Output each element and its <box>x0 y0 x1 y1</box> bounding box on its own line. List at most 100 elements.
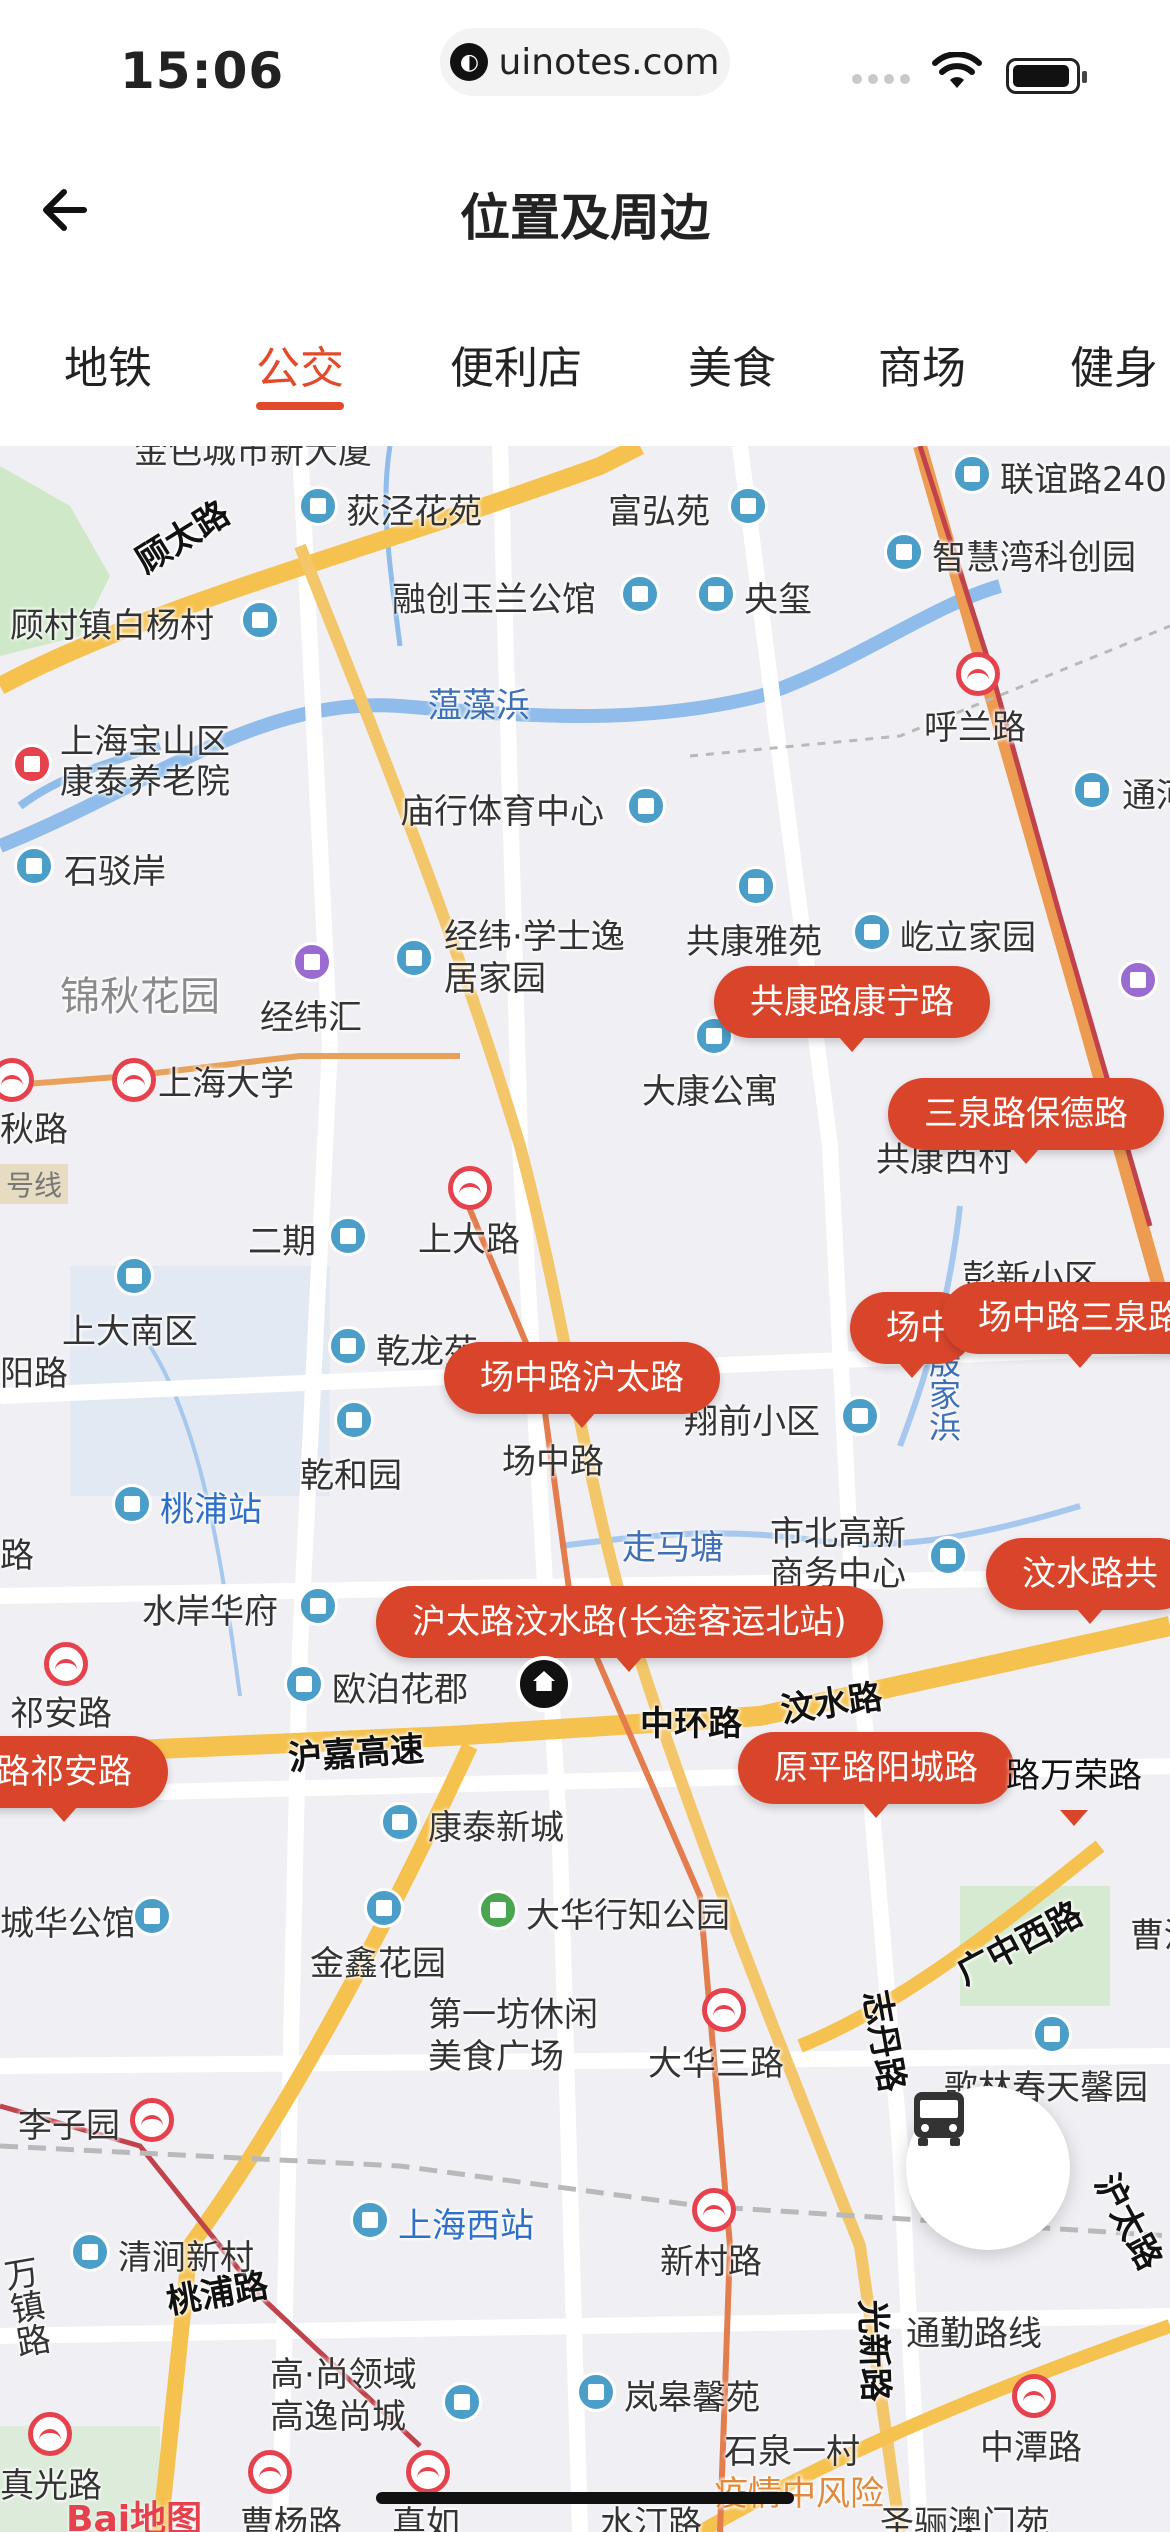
metro-station-icon[interactable] <box>692 2188 736 2232</box>
category-tabs: 地铁 公交 便利店 美食 商场 健身 <box>0 300 1170 446</box>
building-icon[interactable] <box>114 1256 154 1296</box>
map-provider-logo: Bai地图 <box>66 2499 203 2532</box>
road-label: 光新路 <box>851 2298 896 2403</box>
bus-stop-marker[interactable]: 路祁安路 <box>0 1736 168 1822</box>
road-label: 中环路 <box>640 1704 742 1744</box>
place-label: 央玺 <box>744 580 812 620</box>
place-label: 中潭路 <box>980 2428 1082 2468</box>
building-icon[interactable] <box>1072 770 1112 810</box>
building-icon[interactable] <box>576 2372 616 2412</box>
sports-icon[interactable] <box>626 786 666 826</box>
place-label: 市北高新商务中心 <box>770 1514 906 1594</box>
place-label: 通勤路线 <box>906 2314 1042 2354</box>
place-label: 大华行知公园 <box>526 1896 730 1936</box>
tab-subway[interactable]: 地铁 <box>64 332 152 396</box>
building-icon[interactable] <box>380 1802 420 1842</box>
building-icon[interactable] <box>298 486 338 526</box>
building-icon[interactable] <box>696 574 736 614</box>
building-icon[interactable] <box>736 866 776 906</box>
star-icon[interactable] <box>12 744 52 784</box>
bus-stop-marker[interactable]: 场中路三泉路 <box>942 1282 1170 1368</box>
place-label: 顾村镇白杨村 <box>10 606 214 646</box>
place-label: 康泰新城 <box>428 1808 564 1848</box>
place-label: 欧泊花郡 <box>332 1670 468 1710</box>
building-icon[interactable] <box>884 532 924 572</box>
battery-icon <box>1006 58 1087 94</box>
bus-stop-marker[interactable]: 场中路沪太路 <box>444 1342 720 1428</box>
metro-station-icon[interactable] <box>130 2098 174 2142</box>
bus-stop-marker[interactable]: 路万荣路 <box>970 1740 1170 1826</box>
metro-station-icon[interactable] <box>28 2412 72 2456</box>
building-icon[interactable] <box>394 938 434 978</box>
active-tab-indicator <box>256 402 344 410</box>
building-icon[interactable] <box>364 1888 404 1928</box>
building-icon[interactable] <box>852 912 892 952</box>
building-icon[interactable] <box>442 2382 482 2422</box>
bus-station-icon[interactable] <box>112 1484 152 1524</box>
bus-stop-marker[interactable]: 三泉路保德路 <box>888 1078 1164 1164</box>
place-label: 高·尚领域高逸尚城 <box>270 2355 417 2437</box>
building-icon[interactable] <box>328 1216 368 1256</box>
tab-mall[interactable]: 商场 <box>878 332 966 396</box>
place-label: 呼兰路 <box>924 708 1026 748</box>
building-icon[interactable] <box>952 454 992 494</box>
tab-bus[interactable]: 公交 <box>256 332 344 396</box>
map-view[interactable]: 蕰藻浜 走马塘 顾太路 沪嘉高速 中环路 汶水路 桃浦路 广中西路 志丹路 光新… <box>0 446 1170 2532</box>
place-label: 金色城市新大厦 <box>134 446 372 472</box>
bus-stop-marker[interactable]: 沪太路汶水路(长途客运北站) <box>376 1586 883 1672</box>
park-icon[interactable] <box>478 1890 518 1930</box>
building-icon[interactable] <box>620 574 660 614</box>
shopping-icon[interactable] <box>1118 960 1158 1000</box>
metro-station-icon[interactable] <box>1012 2374 1056 2418</box>
place-label: 号线 <box>0 1164 69 1204</box>
metro-station-icon[interactable] <box>956 652 1000 696</box>
wifi-icon <box>932 52 982 88</box>
building-icon[interactable] <box>334 1400 374 1440</box>
building-icon[interactable] <box>928 1536 968 1576</box>
cellular-signal-icon <box>852 74 910 84</box>
place-label: 富弘苑 <box>608 492 710 532</box>
url-pill[interactable]: ◐ uinotes.com <box>440 28 730 96</box>
building-icon[interactable] <box>840 1396 880 1436</box>
water-label: 蕰藻浜 <box>428 686 530 726</box>
metro-station-icon[interactable] <box>44 1642 88 1686</box>
metro-station-icon[interactable] <box>702 1988 746 2032</box>
bus-stop-marker[interactable]: 共康路康宁路 <box>714 966 990 1052</box>
building-icon[interactable] <box>240 600 280 640</box>
place-label: 李子园 <box>18 2106 120 2146</box>
place-label: 城华公馆 <box>0 1904 136 1944</box>
tab-fitness[interactable]: 健身 <box>1070 332 1158 396</box>
metro-station-icon[interactable] <box>406 2450 450 2494</box>
bus-route-button[interactable] <box>906 2086 1070 2250</box>
building-icon[interactable] <box>132 1896 172 1936</box>
metro-station-icon[interactable] <box>112 1058 156 1102</box>
place-label: 秋路 <box>0 1110 68 1150</box>
place-label: 上海宝山区康泰养老院 <box>60 722 230 802</box>
building-icon[interactable] <box>70 2232 110 2272</box>
building-icon[interactable] <box>328 1326 368 1366</box>
building-icon[interactable] <box>1032 2014 1072 2054</box>
place-label: 上大南区 <box>62 1312 198 1352</box>
home-location-pin[interactable] <box>516 1656 572 1712</box>
shopping-icon[interactable] <box>292 942 332 982</box>
place-label: 上大路 <box>418 1220 520 1260</box>
place-label: 场中路 <box>502 1442 604 1482</box>
place-label: 通河 <box>1122 776 1170 816</box>
place-label: 智慧湾科创园 <box>932 538 1136 578</box>
url-text: uinotes.com <box>498 41 720 83</box>
place-label: 二期 <box>248 1222 316 1262</box>
tab-convenience-store[interactable]: 便利店 <box>450 332 582 396</box>
tab-food[interactable]: 美食 <box>688 332 776 396</box>
building-icon[interactable] <box>298 1586 338 1626</box>
place-label: 锦秋花园 <box>60 974 220 1020</box>
train-station-icon[interactable] <box>350 2200 390 2240</box>
metro-station-icon[interactable] <box>448 1166 492 1210</box>
building-icon[interactable] <box>284 1664 324 1704</box>
bus-stop-marker[interactable]: 汶水路共 <box>986 1538 1170 1624</box>
building-icon[interactable] <box>14 846 54 886</box>
metro-station-icon[interactable] <box>248 2450 292 2494</box>
place-label: 岚皋馨苑 <box>624 2378 760 2418</box>
place-label: 新村路 <box>660 2242 762 2282</box>
water-label: 走马塘 <box>622 1528 724 1568</box>
building-icon[interactable] <box>728 486 768 526</box>
